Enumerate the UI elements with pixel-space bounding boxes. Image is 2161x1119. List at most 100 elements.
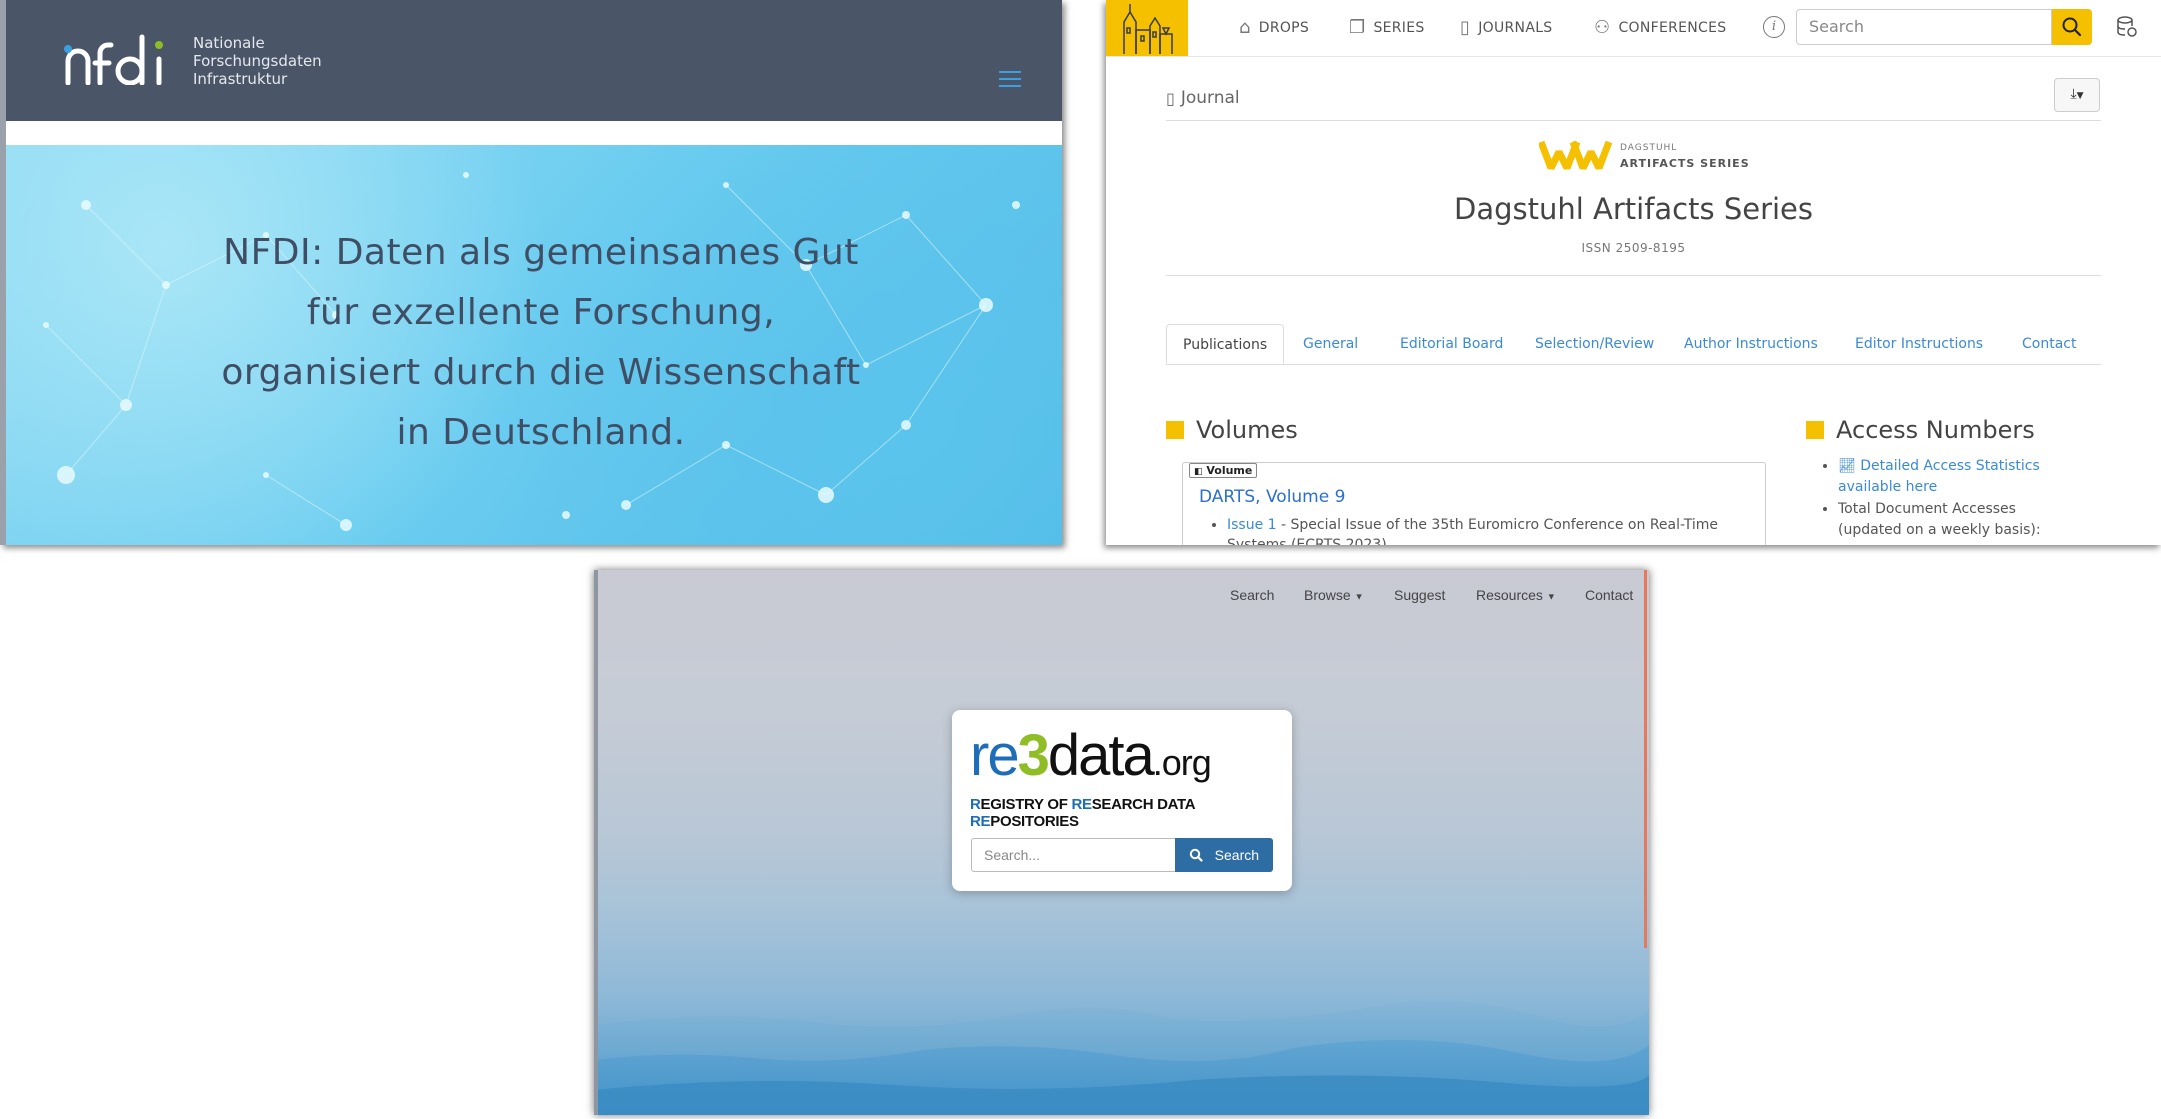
people-icon: ⚇ xyxy=(1594,17,1611,38)
chevron-down-icon: ▼ xyxy=(2076,91,2084,101)
volume-card: ◧ Volume DARTS, Volume 9 Issue 1 - Speci… xyxy=(1182,462,1766,545)
nav-label: JOURNALS xyxy=(1478,19,1553,36)
dagstuhl-navbar: ⌂ DROPS ❐ SERIES ▯ JOURNALS ⚇ CONFERENCE… xyxy=(1106,0,2161,57)
tagline: REGISTRY OF RESEARCH DATA REPOSITORIES xyxy=(970,796,1292,830)
divider xyxy=(1166,120,2101,121)
nav-suggest[interactable]: Suggest xyxy=(1394,587,1445,603)
caret-down-icon: ▼ xyxy=(1354,591,1364,602)
nav-browse-label: Browse xyxy=(1304,587,1351,603)
logo-re: re xyxy=(970,723,1020,788)
tab-publications[interactable]: Publications xyxy=(1166,324,1285,364)
logo-data: data xyxy=(1047,723,1155,788)
list-item: 📈︎ Detailed Access Statistics available … xyxy=(1838,456,2074,498)
volume-badge-text: Volume xyxy=(1206,464,1253,477)
tab-selection-review[interactable]: Selection/Review xyxy=(1535,324,1654,364)
tagline-part: RE xyxy=(1071,796,1092,813)
database-icon[interactable] xyxy=(2116,15,2138,44)
caret-down-icon: ▼ xyxy=(1546,591,1556,602)
caption-line: Nationale xyxy=(193,34,265,52)
tagline-part: SEARCH DATA xyxy=(1091,796,1195,813)
tab-editorial-board[interactable]: Editorial Board xyxy=(1400,324,1503,364)
hero-line: organisiert durch die Wissenschaft xyxy=(221,352,861,393)
nfdi-hero: NFDI: Daten als gemeinsames Gut für exze… xyxy=(6,145,1062,545)
nav-resources[interactable]: Resources ▼ xyxy=(1476,587,1556,603)
tab-bar: Publications General Editorial Board Sel… xyxy=(1166,324,2101,365)
window-edge xyxy=(594,570,598,1115)
access-text: Total Document Accesses (updated on a we… xyxy=(1838,501,2041,538)
nav-label: CONFERENCES xyxy=(1618,19,1727,36)
tagline-part: RE xyxy=(970,813,991,830)
search-icon xyxy=(1189,847,1207,863)
caption-line: Infrastruktur xyxy=(193,70,288,88)
page-title: Dagstuhl Artifacts Series xyxy=(1453,192,1814,226)
tab-contact[interactable]: Contact xyxy=(2022,324,2076,364)
download-dropdown-button[interactable]: ⤓▼ xyxy=(2054,78,2100,112)
series-icon: ❐ xyxy=(1349,17,1366,38)
re3data-logo[interactable]: re3data.org xyxy=(970,723,1212,795)
dagstuhl-window: ⌂ DROPS ❐ SERIES ▯ JOURNALS ⚇ CONFERENCE… xyxy=(1106,0,2161,545)
chart-line-icon: 📈︎ xyxy=(1838,458,1856,474)
home-icon: ⌂ xyxy=(1239,17,1251,38)
hero-line: NFDI: Daten als gemeinsames Gut xyxy=(223,232,859,273)
search-button[interactable]: Search xyxy=(1175,838,1273,872)
darts-logo-line2: ARTIFACTS SERIES xyxy=(1620,157,1750,170)
issue-link[interactable]: Issue 1 xyxy=(1227,517,1277,533)
hero-line: für exzellente Forschung, xyxy=(306,292,776,333)
issn: ISSN 2509-8195 xyxy=(1581,241,1686,255)
nav-search[interactable]: Search xyxy=(1230,587,1274,603)
search-icon xyxy=(2062,17,2082,37)
search-input[interactable]: Search xyxy=(1796,9,2052,45)
info-icon[interactable]: i xyxy=(1763,16,1785,38)
journal-label: ▯ Journal xyxy=(1166,88,1240,108)
nav-label: SERIES xyxy=(1373,19,1425,36)
hero-line: in Deutschland. xyxy=(396,412,686,453)
access-stats-link-text: Detailed Access Statistics available her… xyxy=(1838,458,2040,495)
list-item: Total Document Accesses (updated on a we… xyxy=(1838,499,2074,541)
access-list: 📈︎ Detailed Access Statistics available … xyxy=(1824,456,2074,542)
issue-description: - Special Issue of the 35th Euromicro Co… xyxy=(1227,517,1719,545)
dagstuhl-castle-logo[interactable] xyxy=(1106,0,1188,56)
issue-list: Issue 1 - Special Issue of the 35th Euro… xyxy=(1213,515,1753,545)
caption-line: Forschungsdaten xyxy=(193,52,322,70)
tab-editor-instructions[interactable]: Editor Instructions xyxy=(1855,324,1983,364)
search-input[interactable]: Search... xyxy=(971,838,1175,872)
book-icon: ◧ xyxy=(1194,467,1203,477)
search-button[interactable] xyxy=(2052,9,2092,45)
journal-label-text: Journal xyxy=(1180,88,1240,108)
logo-org: .org xyxy=(1152,742,1212,783)
nav-series[interactable]: ❐ SERIES xyxy=(1349,17,1425,38)
nav-contact[interactable]: Contact xyxy=(1585,587,1633,603)
volumes-heading-text: Volumes xyxy=(1196,416,1298,444)
tagline-part: EGISTRY OF xyxy=(980,796,1072,813)
hamburger-menu-icon[interactable] xyxy=(999,71,1021,87)
logo-three: 3 xyxy=(1017,723,1050,788)
nav-journals[interactable]: ▯ JOURNALS xyxy=(1460,17,1552,38)
volume-title-link[interactable]: DARTS, Volume 9 xyxy=(1199,487,1345,507)
volume-badge: ◧ Volume xyxy=(1189,463,1258,478)
nav-conferences[interactable]: ⚇ CONFERENCES xyxy=(1594,17,1726,38)
volumes-heading: Volumes xyxy=(1166,416,1298,444)
access-stats-link[interactable]: 📈︎ Detailed Access Statistics available … xyxy=(1838,458,2040,495)
re3data-window: Search Browse ▼ Suggest Resources ▼ Cont… xyxy=(594,570,1649,1115)
journal-icon: ▯ xyxy=(1166,88,1175,108)
nav-resources-label: Resources xyxy=(1476,587,1543,603)
nav-label: DROPS xyxy=(1258,19,1310,36)
access-heading-text: Access Numbers xyxy=(1836,416,2035,444)
darts-logo xyxy=(1537,138,1619,176)
section-marker xyxy=(1806,421,1824,439)
nfdi-logo-caption: Nationale Forschungsdaten Infrastruktur xyxy=(193,34,322,88)
darts-logo-line1: DAGSTUHL xyxy=(1620,143,1678,153)
nav-drops[interactable]: ⌂ DROPS xyxy=(1239,17,1309,38)
tagline-part: R xyxy=(970,796,981,813)
nav-browse[interactable]: Browse ▼ xyxy=(1304,587,1364,603)
search-card: re3data.org REGISTRY OF RESEARCH DATA RE… xyxy=(952,710,1292,891)
section-marker xyxy=(1166,421,1184,439)
search-button-label: Search xyxy=(1214,847,1260,863)
list-item: Issue 1 - Special Issue of the 35th Euro… xyxy=(1227,515,1753,545)
journal-icon: ▯ xyxy=(1460,17,1471,38)
nfdi-window: Nationale Forschungsdaten Infrastruktur xyxy=(0,0,1062,545)
tab-author-instructions[interactable]: Author Instructions xyxy=(1684,324,1818,364)
tab-general[interactable]: General xyxy=(1303,324,1358,364)
scrollbar[interactable] xyxy=(1644,570,1647,948)
nfdi-logo[interactable] xyxy=(64,33,184,89)
